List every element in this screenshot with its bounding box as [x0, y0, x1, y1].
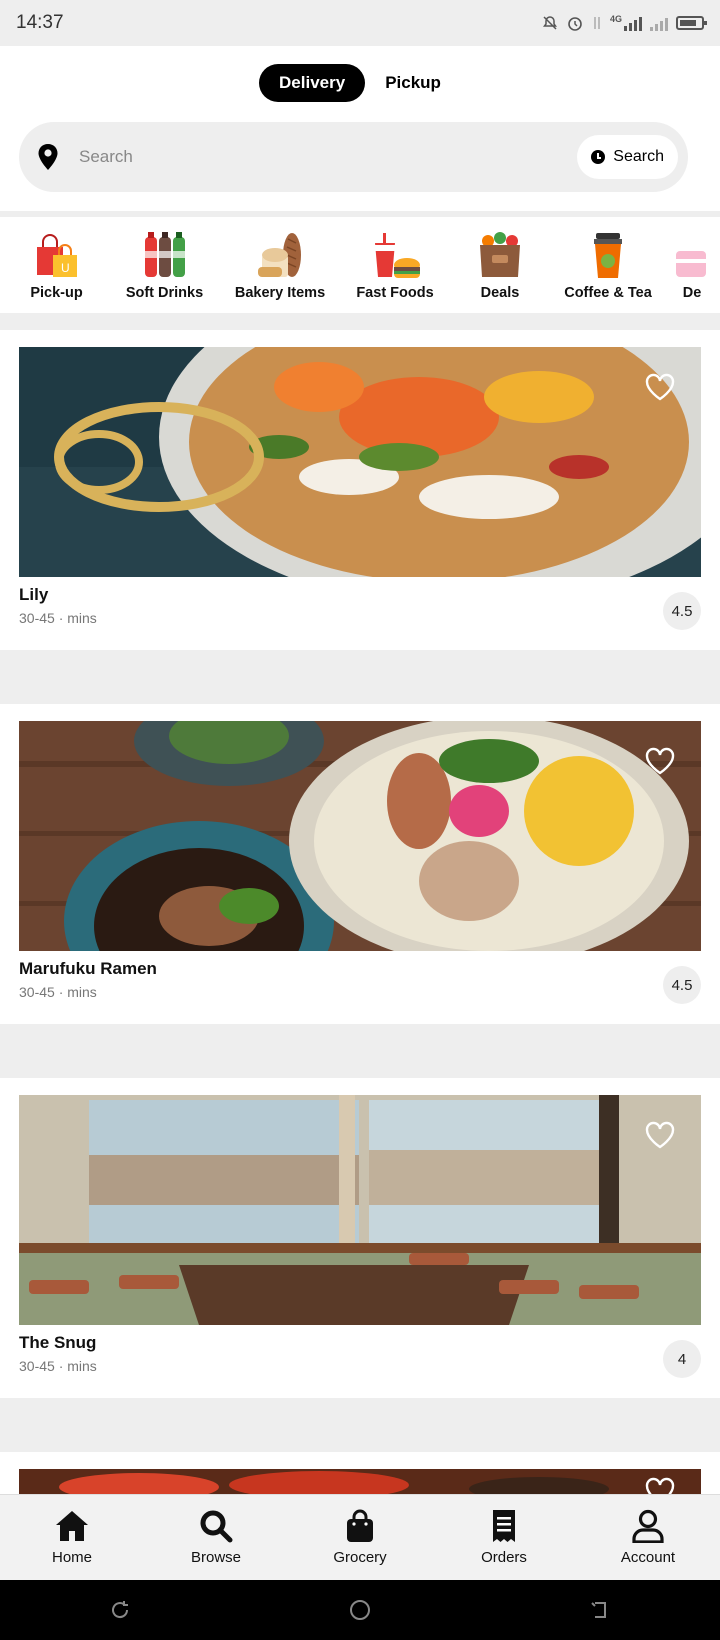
rating-badge: 4.5 — [663, 592, 701, 630]
soda-bottles-icon — [144, 232, 185, 277]
category-label: Coffee & Tea — [564, 285, 652, 301]
restaurant-eta: 30-45 · mins — [19, 610, 97, 626]
category-label: De — [682, 285, 702, 301]
nav-home[interactable]: Home — [0, 1495, 144, 1580]
clock-icon — [591, 150, 606, 164]
signal-2-icon — [650, 15, 668, 31]
search-icon — [200, 1510, 233, 1543]
rating-badge: 4.5 — [663, 966, 701, 1004]
category-strip[interactable]: U Pick-up Soft Drinks Bakery Items Fast … — [0, 217, 720, 313]
status-bar: 14:37 4G — [0, 0, 720, 46]
mute-icon — [542, 16, 557, 30]
burger-fries-icon — [375, 233, 420, 278]
category-soft-drinks[interactable]: Soft Drinks — [113, 217, 216, 313]
back-icon[interactable] — [589, 1599, 611, 1621]
nav-label: Account — [620, 1549, 676, 1566]
battery-icon — [676, 16, 707, 30]
restaurant-name: Marufuku Ramen — [19, 959, 157, 978]
network-label: 4G — [609, 14, 622, 24]
category-desserts[interactable]: De — [662, 217, 720, 313]
delivery-tab[interactable]: Delivery — [259, 64, 366, 102]
restaurant-photo-the-snug[interactable] — [19, 1095, 701, 1325]
shopping-bags-icon: U — [36, 234, 77, 277]
nav-browse[interactable]: Browse — [144, 1495, 288, 1580]
search-bar[interactable]: Search Search — [19, 122, 688, 192]
home-button-icon[interactable] — [349, 1599, 371, 1621]
grocery-bag-icon — [480, 232, 520, 277]
restaurant-card[interactable] — [0, 1452, 720, 1496]
restaurant-name: Lily — [19, 585, 49, 604]
heart-icon[interactable] — [645, 1121, 675, 1149]
heart-icon[interactable] — [645, 373, 675, 401]
restaurant-card[interactable]: Marufuku Ramen 30-45 · mins 4.5 — [0, 704, 720, 1024]
restaurant-photo-lily[interactable] — [19, 347, 701, 577]
search-button[interactable]: Search — [577, 135, 678, 179]
restaurant-photo-next[interactable] — [19, 1469, 701, 1496]
rating-badge: 4 — [663, 1340, 701, 1378]
category-pick-up[interactable]: U Pick-up — [0, 217, 113, 313]
nav-grocery[interactable]: Grocery — [288, 1495, 432, 1580]
food-image — [19, 1469, 701, 1496]
category-label: Bakery Items — [234, 285, 326, 301]
category-label: Soft Drinks — [125, 285, 204, 301]
category-deals[interactable]: Deals — [446, 217, 554, 313]
pickup-tab[interactable]: Pickup — [365, 64, 461, 102]
header: Delivery Pickup Search Search — [0, 46, 720, 211]
category-coffee-tea[interactable]: Coffee & Tea — [554, 217, 662, 313]
shopping-bag-icon — [347, 1509, 373, 1542]
recent-apps-icon[interactable] — [109, 1599, 131, 1621]
svg-text:U: U — [61, 261, 70, 275]
restaurant-card[interactable]: Lily 30-45 · mins 4.5 — [0, 330, 720, 650]
app-screen: 14:37 4G Delivery Pickup Search Search U… — [0, 0, 720, 1640]
restaurant-card[interactable]: The Snug 30-45 · mins 4 — [0, 1078, 720, 1398]
dining-room-image — [19, 1095, 701, 1325]
bottom-navigation: Home Browse Grocery Orders Account — [0, 1494, 720, 1580]
system-nav-bar — [0, 1580, 720, 1640]
nav-orders[interactable]: Orders — [432, 1495, 576, 1580]
home-icon — [56, 1511, 88, 1541]
category-bakery-items[interactable]: Bakery Items — [216, 217, 344, 313]
nav-label: Browse — [190, 1549, 242, 1566]
status-time: 14:37 — [16, 12, 64, 33]
nav-account[interactable]: Account — [576, 1495, 720, 1580]
mode-toggle: Delivery Pickup — [0, 64, 720, 102]
search-input[interactable]: Search — [79, 147, 577, 167]
restaurant-photo-marufuku-ramen[interactable] — [19, 721, 701, 951]
pizza-dish-image — [19, 347, 701, 577]
ramen-bowls-image — [19, 721, 701, 951]
data-icon — [594, 17, 600, 29]
nav-label: Orders — [481, 1549, 527, 1566]
signal-icon — [624, 15, 642, 31]
bread-icon — [258, 233, 301, 277]
dessert-icon — [676, 251, 706, 277]
restaurant-eta: 30-45 · mins — [19, 984, 97, 1000]
search-button-label: Search — [613, 148, 664, 165]
status-icons: 4G — [542, 14, 707, 32]
nav-label: Grocery — [333, 1549, 387, 1566]
restaurant-eta: 30-45 · mins — [19, 1358, 97, 1374]
coffee-cup-icon — [594, 233, 622, 278]
category-label: Fast Foods — [356, 285, 434, 301]
category-fast-foods[interactable]: Fast Foods — [344, 217, 446, 313]
receipt-icon — [493, 1510, 515, 1542]
heart-icon[interactable] — [645, 747, 675, 775]
restaurant-name: The Snug — [19, 1333, 97, 1352]
nav-label: Home — [51, 1549, 92, 1566]
alarm-icon — [568, 17, 582, 31]
person-icon — [632, 1509, 664, 1543]
category-label: Pick-up — [30, 285, 83, 301]
location-pin-icon[interactable] — [37, 143, 59, 171]
category-label: Deals — [480, 285, 520, 301]
